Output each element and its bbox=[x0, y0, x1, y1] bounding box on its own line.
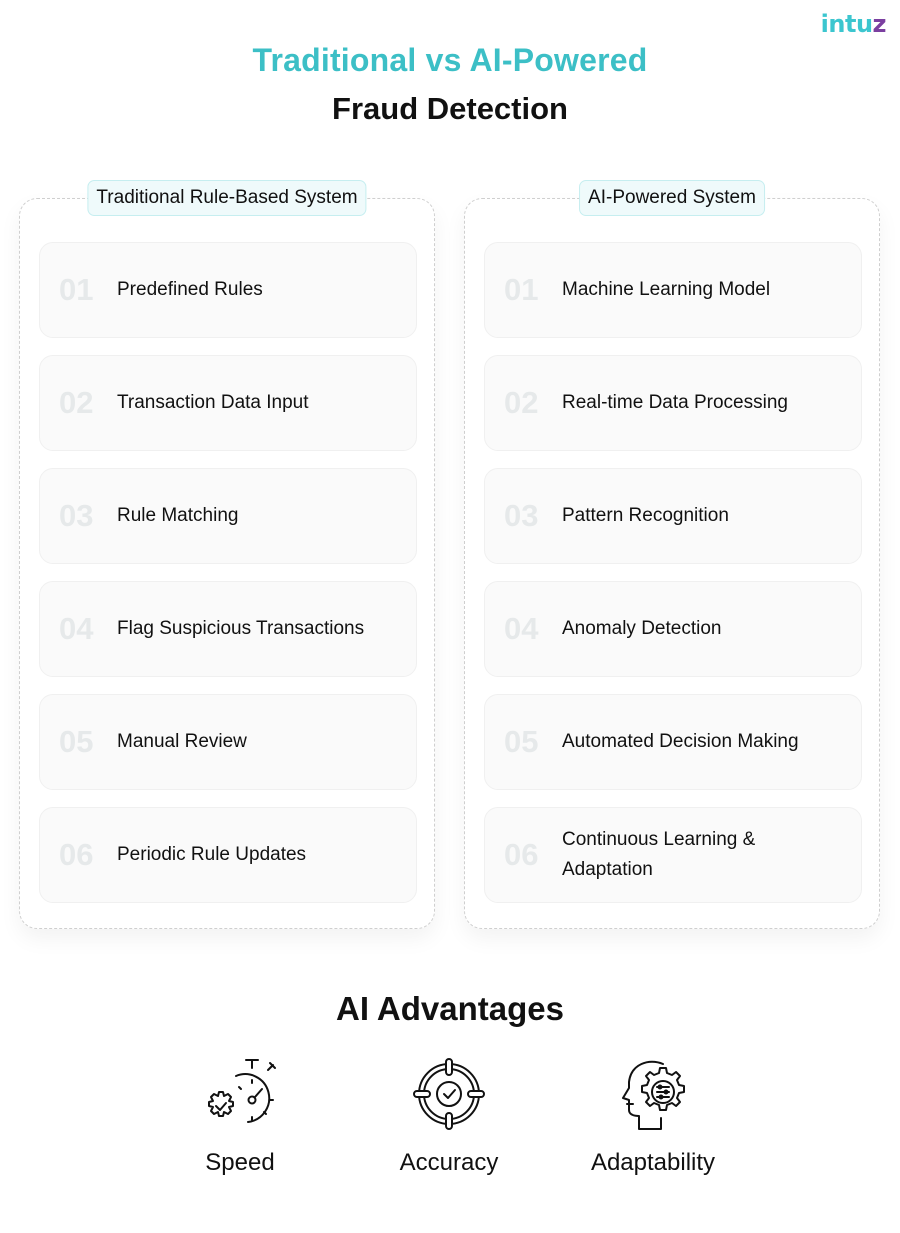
step-number: 04 bbox=[504, 611, 539, 646]
traditional-step-card: 05 Manual Review bbox=[39, 694, 417, 790]
advantage-speed: Speed bbox=[150, 1056, 330, 1177]
step-number: 01 bbox=[59, 272, 94, 307]
step-number: 01 bbox=[504, 272, 539, 307]
page-title-line-1: Traditional vs AI-Powered bbox=[252, 42, 648, 78]
advantage-label: Adaptability bbox=[590, 1149, 716, 1176]
advantage-accuracy: Accuracy bbox=[359, 1056, 539, 1177]
step-label: Flag Suspicious Transactions bbox=[117, 618, 365, 639]
intuz-logo: intuz bbox=[820, 8, 887, 40]
step-label: Manual Review bbox=[117, 731, 247, 752]
logo-text-accent: z bbox=[872, 10, 887, 38]
traditional-step-card: 01 Predefined Rules bbox=[39, 242, 417, 338]
advantage-label: Accuracy bbox=[399, 1149, 499, 1176]
step-number: 05 bbox=[504, 724, 539, 759]
ai-step-card: 06 Continuous Learning & Adaptation bbox=[484, 807, 862, 903]
traditional-step-card: 04 Flag Suspicious Transactions bbox=[39, 581, 417, 677]
ai-system-panel: AI-Powered System 01 Machine Learning Mo… bbox=[464, 180, 880, 929]
step-label: Transaction Data Input bbox=[117, 392, 309, 413]
step-label: Rule Matching bbox=[117, 505, 239, 526]
step-label: Continuous Learning & Adaptation bbox=[562, 829, 756, 880]
page-title-line-2: Fraud Detection bbox=[332, 91, 568, 126]
step-number: 04 bbox=[59, 611, 94, 646]
step-number: 03 bbox=[59, 498, 94, 533]
ai-step-card: 02 Real-time Data Processing bbox=[484, 355, 862, 451]
step-number: 02 bbox=[504, 385, 539, 420]
step-label: Machine Learning Model bbox=[562, 279, 771, 300]
step-number: 03 bbox=[504, 498, 539, 533]
traditional-step-card: 02 Transaction Data Input bbox=[39, 355, 417, 451]
advantage-adaptability: Adaptability bbox=[563, 1056, 743, 1177]
ai-step-card: 03 Pattern Recognition bbox=[484, 468, 862, 564]
step-number: 06 bbox=[504, 837, 539, 872]
traditional-step-card: 03 Rule Matching bbox=[39, 468, 417, 564]
step-label: Anomaly Detection bbox=[562, 618, 722, 639]
step-label: Automated Decision Making bbox=[562, 731, 799, 752]
ai-step-card: 05 Automated Decision Making bbox=[484, 694, 862, 790]
step-number: 02 bbox=[59, 385, 94, 420]
target-check-icon bbox=[413, 1058, 485, 1130]
step-label: Pattern Recognition bbox=[562, 505, 729, 526]
traditional-system-label: Traditional Rule-Based System bbox=[87, 180, 367, 216]
step-label: Periodic Rule Updates bbox=[117, 844, 307, 865]
ai-step-card: 04 Anomaly Detection bbox=[484, 581, 862, 677]
traditional-system-panel: Traditional Rule-Based System 01 Predefi… bbox=[19, 180, 435, 929]
step-label: Real-time Data Processing bbox=[562, 392, 788, 413]
head-gear-icon bbox=[622, 1060, 685, 1130]
advantages-title: AI Advantages bbox=[335, 990, 564, 1027]
logo-text-main: intu bbox=[820, 10, 873, 38]
ai-system-label: AI-Powered System bbox=[579, 180, 765, 216]
step-number: 05 bbox=[59, 724, 94, 759]
stopwatch-gear-icon bbox=[208, 1059, 276, 1123]
step-label: Predefined Rules bbox=[117, 279, 263, 300]
traditional-step-card: 06 Periodic Rule Updates bbox=[39, 807, 417, 903]
advantage-label: Speed bbox=[205, 1149, 275, 1176]
ai-step-card: 01 Machine Learning Model bbox=[484, 242, 862, 338]
step-number: 06 bbox=[59, 837, 94, 872]
